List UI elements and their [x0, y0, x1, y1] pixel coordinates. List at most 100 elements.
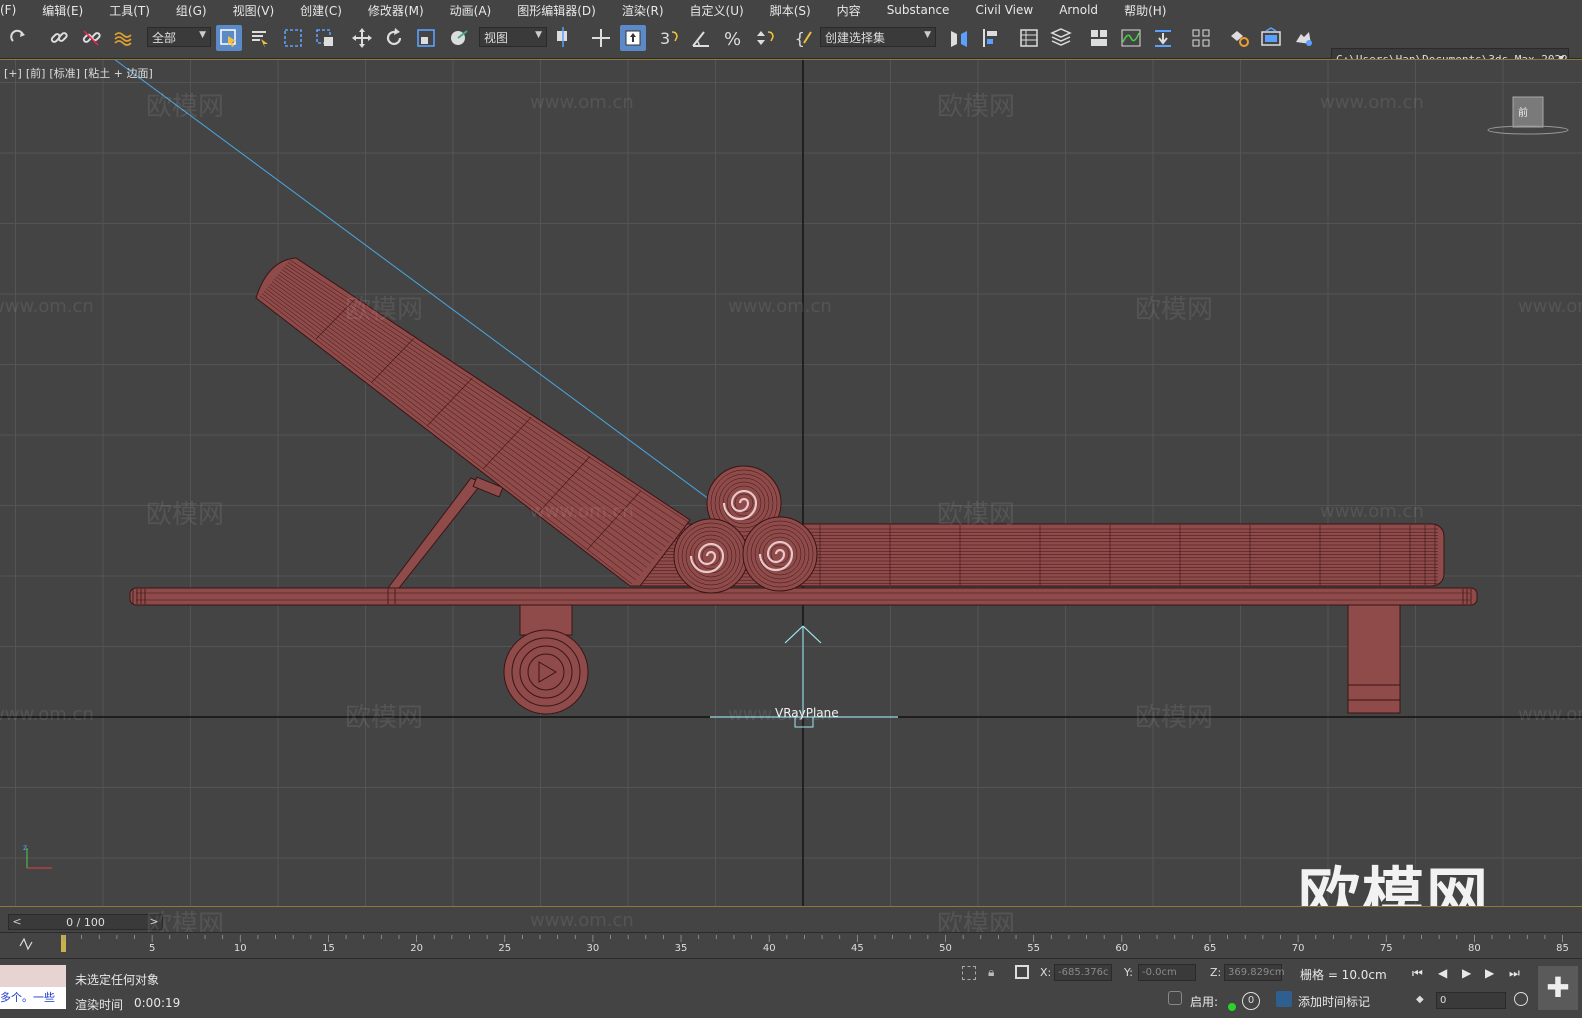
named-selection-dropdown[interactable]: 创建选择集 ▼: [820, 27, 936, 47]
select-by-name-icon[interactable]: [247, 25, 273, 51]
selection-filter-dropdown[interactable]: 全部 ▼: [147, 27, 211, 47]
previous-frame-icon[interactable]: ◀︎: [1438, 966, 1447, 980]
watermark-url: www.om.cn: [0, 296, 94, 317]
y-coord-field[interactable]: -0.0cm: [1138, 964, 1196, 981]
watermark: 欧模网: [937, 500, 1016, 530]
prev-frame-arrow-icon[interactable]: <: [10, 915, 24, 929]
go-to-start-icon[interactable]: ⏮: [1412, 966, 1423, 981]
x-coord-field[interactable]: -685.376c: [1054, 964, 1112, 981]
rectangular-selection-icon[interactable]: [280, 25, 306, 51]
unlink-icon[interactable]: [78, 25, 104, 51]
menu-item[interactable]: 内容: [824, 2, 874, 19]
align-icon[interactable]: [978, 25, 1004, 51]
enable-label: 启用:: [1190, 995, 1219, 1009]
timeline-tick-label: 55: [1027, 943, 1040, 954]
maxscript-input[interactable]: [0, 965, 66, 987]
viewport-label-part[interactable]: [粘土 + 边面]: [84, 67, 153, 80]
enable-status-dot: [1228, 996, 1236, 1015]
menu-item[interactable]: 工具(T): [96, 2, 163, 19]
menu-item[interactable]: 渲染(R): [609, 2, 677, 19]
menu-item[interactable]: Arnold: [1046, 3, 1111, 17]
select-manipulate-icon[interactable]: [588, 25, 614, 51]
menu-item[interactable]: 组(G): [163, 2, 220, 19]
render-setup-icon[interactable]: [1226, 25, 1252, 51]
menu-item[interactable]: Substance: [874, 3, 963, 17]
menu-item[interactable]: 图形编辑器(D): [504, 2, 609, 19]
next-frame-icon[interactable]: ▶︎: [1485, 966, 1494, 980]
maxscript-listener[interactable]: 多个。一些: [0, 965, 66, 1013]
render-production-icon[interactable]: [1290, 25, 1316, 51]
menu-item[interactable]: 脚本(S): [757, 2, 824, 19]
spinner-snap-icon[interactable]: [752, 25, 778, 51]
viewport-label-part[interactable]: [前]: [26, 67, 46, 80]
angle-snap-icon[interactable]: [688, 25, 714, 51]
menu-item[interactable]: 帮助(H): [1111, 2, 1179, 19]
menu-item[interactable]: 编辑(E): [29, 2, 96, 19]
rotate-icon[interactable]: [381, 25, 407, 51]
absolute-mode-icon[interactable]: [1015, 965, 1029, 979]
key-mode-icon[interactable]: ◆: [1416, 994, 1424, 1005]
layer-explorer-icon[interactable]: [1048, 25, 1074, 51]
viewport-label-part[interactable]: [+]: [4, 67, 22, 80]
select-object-icon[interactable]: [216, 25, 242, 51]
timeline-track[interactable]: 5 10 15 20 25 30 35 40 45 50 55 60 65 70 75 80 85: [0, 932, 1582, 959]
current-frame-field[interactable]: 0: [1436, 992, 1506, 1009]
keyboard-shortcut-override-icon[interactable]: [620, 25, 646, 51]
add-time-tag[interactable]: 添加时间标记: [1298, 993, 1370, 1010]
viewport-navigation-icon[interactable]: ✚: [1538, 966, 1578, 1010]
menu-item[interactable]: (F): [0, 3, 29, 17]
scene-explorer-icon[interactable]: [1016, 25, 1042, 51]
z-coord-field[interactable]: 369.829cm: [1224, 964, 1285, 981]
menu-item[interactable]: 视图(V): [220, 2, 288, 19]
rendered-frame-window-icon[interactable]: [1258, 25, 1284, 51]
watermark: 欧模网: [1135, 703, 1214, 733]
reference-coordinate-dropdown[interactable]: 视图 ▼: [479, 27, 547, 47]
timeline-tick-label: 65: [1204, 943, 1217, 954]
schematic-view-icon[interactable]: [1150, 25, 1176, 51]
menu-item[interactable]: Civil View: [962, 3, 1046, 17]
move-icon[interactable]: [349, 25, 375, 51]
menu-item[interactable]: 创建(C): [287, 2, 355, 19]
svg-text:%: %: [724, 29, 741, 49]
viewport-label[interactable]: [+] [前] [标准] [粘土 + 边面]: [4, 65, 157, 81]
grid-size-text: 栅格 = 10.0cm: [1300, 968, 1387, 982]
time-configuration-icon[interactable]: [1514, 992, 1528, 1006]
isolate-selection-icon[interactable]: [962, 966, 976, 980]
pivot-center-icon[interactable]: [551, 25, 577, 51]
play-icon[interactable]: ▶︎: [1462, 966, 1471, 980]
ribbon-toggle-icon[interactable]: [1086, 25, 1112, 51]
bind-spacewarp-icon[interactable]: [110, 25, 136, 51]
front-viewport[interactable]: z [+] [前] [标准] [粘土 + 边面] 前 欧模网 www.om.cn 欧模…: [0, 59, 1582, 907]
timeline-tick-label: 45: [851, 943, 864, 954]
redo-icon[interactable]: [6, 25, 32, 51]
menu-item[interactable]: 动画(A): [437, 2, 505, 19]
go-to-end-icon[interactable]: ⏭: [1509, 966, 1520, 981]
curve-editor-icon[interactable]: [1118, 25, 1144, 51]
frame-slider[interactable]: 0 / 100 < >: [8, 914, 163, 930]
mirror-icon[interactable]: [946, 25, 972, 51]
edit-named-selection-icon[interactable]: {: [792, 25, 818, 51]
window-crossing-icon[interactable]: [312, 25, 338, 51]
timeline-tick-label: 10: [234, 943, 247, 954]
material-editor-icon[interactable]: [1188, 25, 1214, 51]
maxscript-output[interactable]: 多个。一些: [0, 987, 66, 1009]
timeline-tick-label: 80: [1468, 943, 1481, 954]
scale-icon[interactable]: [413, 25, 439, 51]
menu-item[interactable]: 修改器(M): [355, 2, 437, 19]
watermark-url: www.om.cn: [1320, 501, 1424, 522]
vrayplane-label[interactable]: VRayPlane: [775, 706, 839, 720]
time-tag-icon[interactable]: [1276, 991, 1292, 1007]
snaps-toggle-icon[interactable]: 3: [656, 25, 682, 51]
link-icon[interactable]: [46, 25, 72, 51]
viewport-canvas[interactable]: z: [0, 60, 1582, 907]
percent-snap-icon[interactable]: %: [720, 25, 746, 51]
viewcube-face-label[interactable]: 前: [1518, 104, 1528, 119]
viewport-label-part[interactable]: [标准]: [49, 67, 80, 80]
timeline-ruler[interactable]: 5 10 15 20 25 30 35 40 45 50 55 60 65 70 75 80 85: [0, 933, 1582, 959]
menu-item[interactable]: 自定义(U): [677, 2, 757, 19]
adaptive-degradation-icon[interactable]: [1168, 991, 1182, 1005]
placement-icon[interactable]: [445, 25, 471, 51]
selection-lock-icon[interactable]: 🔒︎: [988, 965, 994, 980]
timeline-tick-label: 50: [939, 943, 952, 954]
enable-counter[interactable]: 0: [1242, 992, 1260, 1010]
